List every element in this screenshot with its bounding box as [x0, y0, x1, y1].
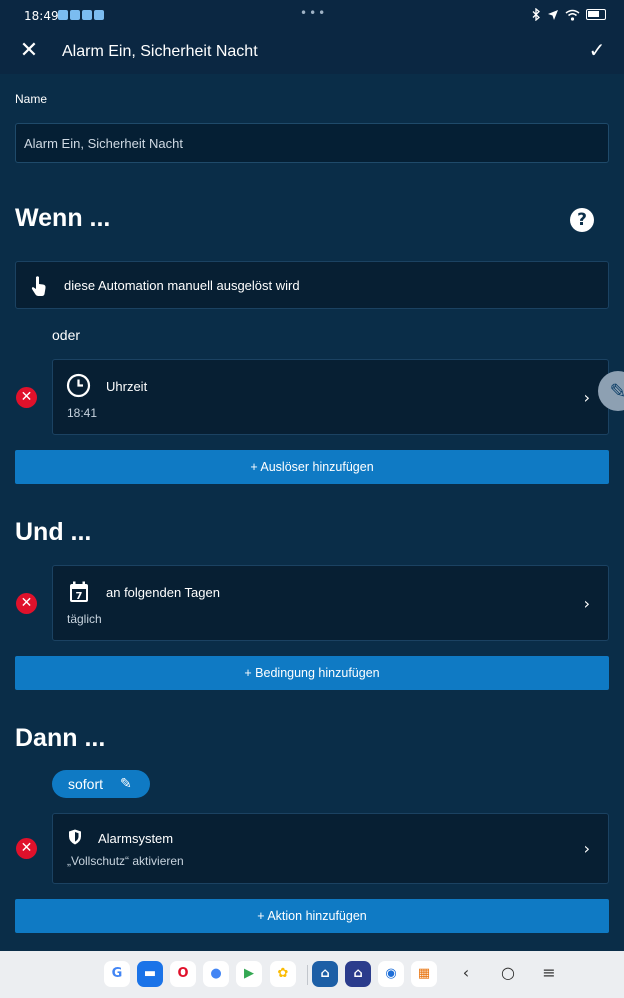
close-icon[interactable]: ✕ — [18, 38, 40, 66]
and-heading: Und ... — [15, 518, 92, 546]
recents-menu-icon[interactable]: ≡ — [539, 963, 559, 982]
manual-trigger-card[interactable]: diese Automation manuell ausgelöst wird — [15, 261, 609, 309]
status-time: 18:49 — [24, 9, 59, 23]
notification-icons — [58, 10, 104, 20]
calendar-day-number: 7 — [76, 591, 83, 602]
home-icon[interactable]: ○ — [498, 963, 518, 982]
location-icon — [548, 9, 558, 20]
photos-app-icon[interactable]: ✿ — [270, 961, 296, 987]
chevron-right-icon: › — [583, 388, 590, 407]
time-trigger-card[interactable]: Uhrzeit 18:41 › — [52, 359, 609, 435]
back-icon[interactable]: ‹ — [456, 963, 476, 982]
add-condition-button[interactable]: + Bedingung hinzufügen — [15, 656, 609, 690]
bosch-notification-icon — [82, 10, 92, 20]
alarm-action-value: „Vollschutz“ aktivieren — [67, 854, 184, 868]
bluetooth-icon — [532, 8, 540, 21]
page-title: Alarm Ein, Sicherheit Nacht — [62, 43, 258, 60]
delete-condition-icon[interactable]: ✕ — [16, 593, 37, 614]
app-bar: ✕ Alarm Ein, Sicherheit Nacht ✓ — [0, 32, 624, 74]
dock-divider — [307, 965, 308, 985]
days-condition-title: an folgenden Tagen — [106, 585, 220, 600]
add-action-button[interactable]: + Aktion hinzufügen — [15, 899, 609, 933]
assistant-app-icon[interactable]: ● — [203, 961, 229, 987]
messages-app-icon[interactable]: ▬ — [137, 961, 163, 987]
calendar-icon: 7 — [70, 581, 88, 602]
google-app-icon[interactable]: G — [104, 961, 130, 987]
chevron-right-icon: › — [583, 594, 590, 613]
app-drawer-icon[interactable]: ▦ — [411, 961, 437, 987]
status-bar: 18:49 ••• — [0, 0, 624, 32]
timing-pill[interactable]: sofort ✎ — [52, 770, 150, 798]
manual-trigger-text: diese Automation manuell ausgelöst wird — [64, 278, 300, 293]
alarm-action-card[interactable]: Alarmsystem „Vollschutz“ aktivieren › — [52, 813, 609, 884]
thunderbird-app-icon[interactable]: ◉ — [378, 961, 404, 987]
shield-icon — [69, 829, 81, 845]
name-input[interactable] — [15, 123, 609, 163]
opera-app-icon[interactable]: O — [170, 961, 196, 987]
then-heading: Dann ... — [15, 724, 106, 752]
window-handle-dots[interactable]: ••• — [300, 6, 327, 20]
help-icon[interactable]: ? — [570, 208, 594, 232]
days-condition-value: täglich — [67, 612, 102, 626]
navigation-bar: G ▬ O ● ▶ ✿ ⌂ ⌂ ◉ ▦ ‹ ○ ≡ — [0, 951, 624, 998]
time-trigger-value: 18:41 — [67, 406, 98, 420]
or-label: oder — [52, 327, 81, 343]
timing-pill-label: sofort — [68, 776, 104, 792]
add-trigger-button[interactable]: + Auslöser hinzufügen — [15, 450, 609, 484]
play-store-app-icon[interactable]: ▶ — [236, 961, 262, 987]
chevron-right-icon: › — [583, 839, 590, 858]
days-condition-card[interactable]: 7 an folgenden Tagen täglich › — [52, 565, 609, 641]
name-label: Name — [15, 92, 48, 106]
clock-icon — [66, 373, 91, 398]
battery-icon — [586, 9, 606, 20]
confirm-check-icon[interactable]: ✓ — [586, 38, 608, 66]
system-icons — [532, 8, 606, 21]
bosch-notification-icon — [70, 10, 80, 20]
delete-action-icon[interactable]: ✕ — [16, 838, 37, 859]
bosch-notification-icon — [58, 10, 68, 20]
wifi-icon — [565, 9, 580, 21]
when-heading: Wenn ... — [15, 204, 111, 232]
bosch-smart-home-app-icon[interactable]: ⌂ — [312, 961, 338, 987]
alarm-action-title: Alarmsystem — [98, 831, 174, 846]
pencil-icon: ✎ — [120, 775, 132, 791]
hand-pointer-icon — [31, 276, 46, 296]
time-trigger-title: Uhrzeit — [106, 379, 148, 394]
delete-trigger-icon[interactable]: ✕ — [16, 387, 37, 408]
bosch-notification-icon — [94, 10, 104, 20]
bosch-alarm-app-icon[interactable]: ⌂ — [345, 961, 371, 987]
